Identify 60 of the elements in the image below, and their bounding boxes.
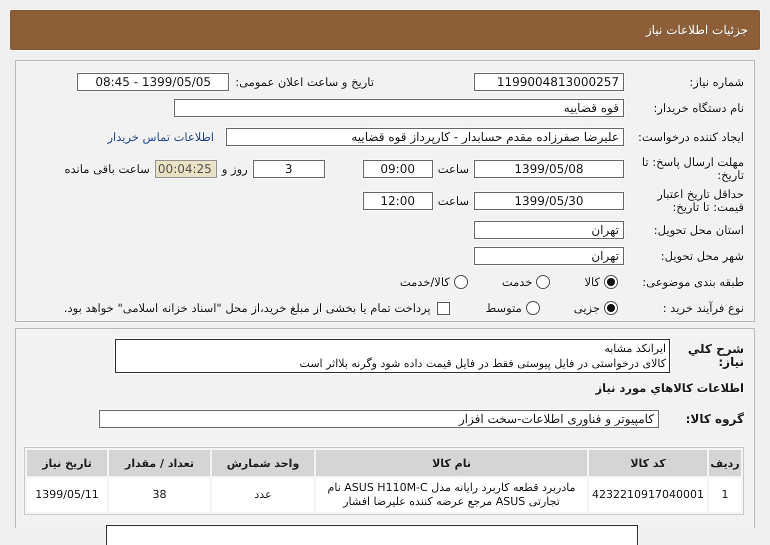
field-label: کالا/خدمت: [400, 275, 450, 289]
field-label: ایجاد کننده درخواست:: [637, 130, 744, 144]
text-field[interactable]: تهران: [474, 247, 624, 265]
field-label: جزیی: [574, 301, 600, 315]
field-label: خدمت: [502, 275, 532, 289]
field-label: ساعت: [438, 194, 469, 208]
checkbox[interactable]: [436, 302, 450, 314]
field-label: حداقل تاریخ اعتبار قیمت: تا تاریخ:: [656, 188, 744, 214]
field-label: استان محل تحویل:: [652, 224, 744, 236]
text-field[interactable]: 1399/05/08: [474, 160, 624, 178]
text-field[interactable]: [106, 525, 638, 545]
field-label: شماره نیاز:: [688, 76, 744, 88]
radio-button[interactable]: [604, 275, 618, 289]
field-label: شرح کلي نياز:: [686, 343, 744, 369]
contact-link[interactable]: اطلاعات تماس خریدار: [107, 130, 214, 144]
text-field[interactable]: 12:00: [362, 192, 433, 210]
table-cell: مادربرد قطعه کاربرد رایانه مدل ASUS H110M-C نام تجارتی ASUS مرجع عرضه کننده علیرضا افشار: [316, 478, 588, 512]
field-label: روز و: [222, 162, 248, 176]
description-line: کالای درخواستی در فایل پیوستی فقط در فایل قیمت داده شود وگرنه بلااثر است: [298, 356, 666, 371]
description-field[interactable]: ایرانکد مشابه کالای درخواستی در فایل پیوستی فقط در فایل قیمت داده شود وگرنه بلااثر است: [115, 339, 670, 373]
column-header: تعداد / مقدار: [109, 450, 210, 476]
text-field[interactable]: 1399/05/30: [474, 192, 624, 210]
field-label: کالا: [584, 275, 600, 289]
text-field[interactable]: کامپیوتر و فناوری اطلاعات-سخت افزار: [99, 410, 659, 428]
field-label: نوع فرآیند خرید :: [662, 302, 744, 314]
field-label: ساعت: [438, 162, 469, 176]
text-field[interactable]: تهران: [474, 221, 624, 239]
column-header: تاریخ نیاز: [27, 450, 108, 476]
field-label: نام دستگاه خریدار:: [652, 102, 744, 114]
column-header: نام کالا: [316, 450, 588, 476]
text-field[interactable]: 3: [252, 160, 325, 178]
radio-button[interactable]: [454, 275, 468, 289]
radio-button[interactable]: [604, 301, 618, 315]
column-header: واحد شمارش: [212, 450, 314, 476]
field-label: ساعت باقی مانده: [64, 162, 150, 176]
field-label: تاریخ و ساعت اعلان عمومی:: [235, 75, 374, 89]
section-heading: اطلاعات کالاهاي مورد نياز: [596, 381, 744, 395]
countdown-field[interactable]: 00:04:25: [154, 160, 217, 178]
radio-button[interactable]: [536, 275, 550, 289]
field-label: شهر محل تحویل:: [660, 250, 744, 262]
description-line: ایرانکد مشابه: [603, 341, 666, 356]
field-label: پرداخت تمام یا بخشی از مبلغ خرید،از محل "اسناد خزانه اسلامی" خواهد بود.: [64, 301, 431, 315]
radio-button[interactable]: [526, 301, 540, 315]
text-field[interactable]: علیرضا صفرزاده مقدم حسابدار - کارپرداز قوه قضاییه: [226, 128, 624, 146]
field-label: متوسط: [486, 301, 522, 315]
text-field[interactable]: 1399/05/05 - 08:45: [77, 73, 230, 91]
table-cell: 1399/05/11: [27, 478, 108, 512]
field-label: طبقه بندی موضوعی:: [641, 276, 744, 288]
table-cell: 1: [709, 478, 741, 512]
text-field[interactable]: 09:00: [362, 160, 433, 178]
table-cell: 38: [109, 478, 210, 512]
column-header: کد کالا: [589, 450, 707, 476]
text-field[interactable]: قوه قضاییه: [174, 99, 624, 117]
text-field[interactable]: 1199004813000257: [474, 73, 624, 91]
field-label: مهلت ارسال پاسخ: تا تاریخ:: [640, 156, 744, 182]
field-label: گروه کالا:: [684, 412, 744, 426]
table-cell: عدد: [212, 478, 314, 512]
table-cell: 4232210917040001: [589, 478, 707, 512]
column-header: ردیف: [709, 450, 741, 476]
page-title: جزئیات اطلاعات نیاز: [646, 23, 748, 37]
